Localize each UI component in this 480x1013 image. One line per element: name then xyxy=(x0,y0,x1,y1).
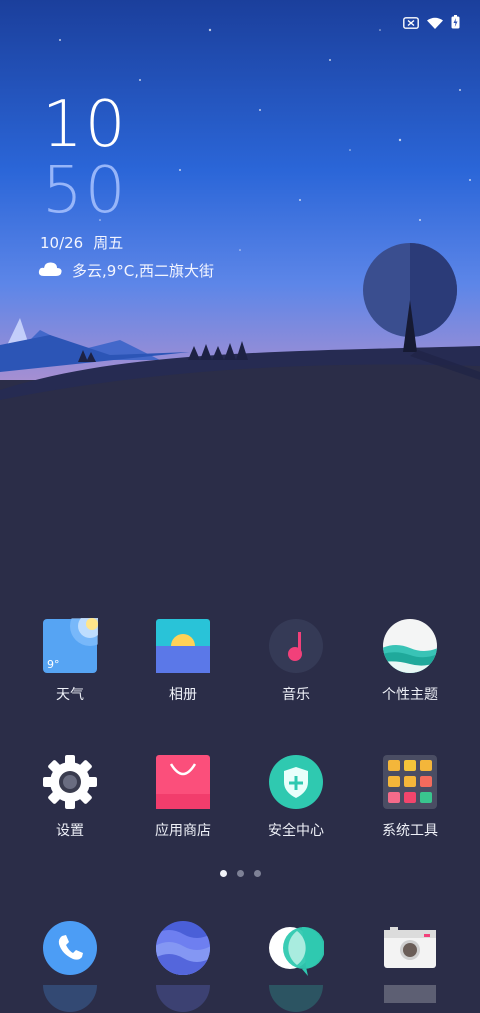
dock-reflection xyxy=(240,985,352,1013)
app-store[interactable]: 应用商店 xyxy=(127,754,239,840)
dock-reflection xyxy=(14,985,126,1013)
dock-reflection xyxy=(127,985,239,1013)
dock-browser[interactable] xyxy=(127,920,239,976)
clock-hour: 10 xyxy=(42,88,128,162)
browser-app-icon xyxy=(155,920,211,976)
app-themes[interactable]: 个性主题 xyxy=(354,618,466,704)
themes-app-icon xyxy=(382,618,438,674)
cloud-icon xyxy=(38,261,62,281)
app-gallery[interactable]: 相册 xyxy=(127,618,239,704)
dock-messages[interactable] xyxy=(240,920,352,976)
page-dot-2[interactable] xyxy=(236,870,244,877)
dock-camera[interactable] xyxy=(354,920,466,976)
weather-widget[interactable]: 多云,9°C,西二旗大街 xyxy=(38,260,214,281)
app-store-icon xyxy=(155,754,211,810)
wifi-icon xyxy=(427,14,443,33)
date-display: 10/26 周五 xyxy=(40,232,133,253)
app-label: 相册 xyxy=(169,687,197,703)
app-label: 个性主题 xyxy=(382,687,438,703)
dock-phone[interactable] xyxy=(14,920,126,976)
clock-minute: 50 xyxy=(42,154,128,228)
page-dot-3[interactable] xyxy=(253,870,261,877)
date-day: 10/26 xyxy=(40,234,84,252)
status-bar xyxy=(403,14,460,33)
app-label: 应用商店 xyxy=(155,823,211,839)
app-label: 音乐 xyxy=(282,687,310,703)
app-security[interactable]: 安全中心 xyxy=(240,754,352,840)
app-label: 系统工具 xyxy=(382,823,438,839)
battery-charging-icon xyxy=(451,14,460,33)
settings-app-icon xyxy=(42,754,98,810)
page-dot-1[interactable] xyxy=(219,870,227,877)
app-label: 设置 xyxy=(56,823,84,839)
app-label: 天气 xyxy=(56,687,84,703)
app-weather[interactable]: 9° 天气 xyxy=(14,606,126,704)
dock-reflection xyxy=(354,985,466,1013)
gallery-app-icon xyxy=(155,618,211,674)
app-settings[interactable]: 设置 xyxy=(14,754,126,840)
app-system-tools[interactable]: 系统工具 xyxy=(354,754,466,840)
no-sim-icon xyxy=(403,14,419,33)
system-tools-folder-icon xyxy=(382,754,438,810)
clock-widget[interactable]: 10 50 xyxy=(42,92,127,224)
weather-badge: 9° xyxy=(47,658,60,671)
weather-app-icon: 9° xyxy=(42,606,110,674)
music-app-icon xyxy=(268,618,324,674)
app-label: 安全中心 xyxy=(268,823,324,839)
security-center-icon xyxy=(268,754,324,810)
date-weekday: 周五 xyxy=(93,234,124,252)
messages-app-icon xyxy=(268,920,325,976)
phone-app-icon xyxy=(42,920,98,976)
app-music[interactable]: 音乐 xyxy=(240,618,352,704)
weather-text: 多云,9°C,西二旗大街 xyxy=(72,262,215,280)
page-indicator[interactable] xyxy=(0,870,480,877)
camera-app-icon xyxy=(382,920,438,976)
